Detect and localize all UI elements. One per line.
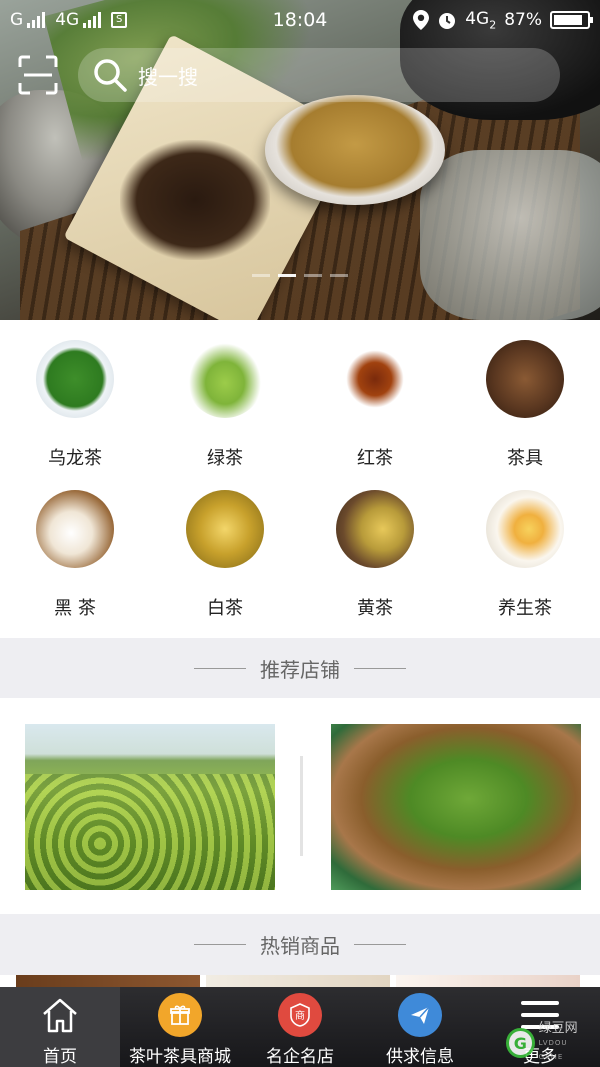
- tab-label: 供求信息: [386, 1047, 454, 1067]
- status-time: 18:04: [272, 9, 328, 31]
- tab-tea-mall[interactable]: 茶叶茶具商城: [120, 987, 240, 1067]
- black-tea-image: [336, 340, 414, 418]
- banner-dot[interactable]: [330, 274, 348, 277]
- scan-icon[interactable]: [18, 55, 58, 95]
- watermark-g-icon: G: [506, 1028, 535, 1058]
- store-carousel: [0, 698, 600, 914]
- category-teaware[interactable]: 茶具: [450, 338, 600, 488]
- category-white-tea[interactable]: 白茶: [150, 488, 300, 638]
- category-label: 乌龙茶: [48, 448, 102, 469]
- divider: [354, 944, 406, 945]
- oolong-tea-image: [36, 340, 114, 418]
- tab-label: 名企名店: [266, 1047, 334, 1067]
- category-grid: 乌龙茶 绿茶 红茶 茶具 黑 茶 白茶 黄茶 养生茶: [0, 320, 600, 638]
- banner-dot[interactable]: [252, 274, 270, 277]
- banner-water: [420, 150, 600, 320]
- bottom-tab-bar: 首页 茶叶茶具商城 商 名企名店 供求信息 更多 G 绿豆网 LVDOU GAME: [0, 987, 600, 1067]
- store-card[interactable]: [331, 724, 581, 890]
- banner-tea-bowl: [265, 95, 445, 205]
- category-label: 白茶: [207, 598, 243, 619]
- search-placeholder: 搜一搜: [138, 64, 198, 89]
- tab-supply-demand[interactable]: 供求信息: [360, 987, 480, 1067]
- category-green-tea[interactable]: 绿茶: [150, 338, 300, 488]
- health-tea-image: [486, 490, 564, 568]
- green-tea-image: [186, 340, 264, 418]
- banner-dot-active[interactable]: [278, 274, 296, 277]
- divider: [354, 667, 406, 669]
- divider: [300, 756, 303, 856]
- store-card[interactable]: [25, 724, 275, 890]
- category-label: 红茶: [357, 448, 393, 469]
- yellow-tea-image: [336, 490, 414, 568]
- section-header-products: 热销商品: [0, 914, 600, 975]
- category-dark-tea[interactable]: 黑 茶: [0, 488, 150, 638]
- banner-dot[interactable]: [304, 274, 322, 277]
- watermark-logo: G 绿豆网 LVDOU GAME: [506, 1022, 592, 1061]
- section-title: 热销商品: [260, 934, 340, 958]
- divider: [194, 667, 246, 669]
- shop-icon: 商: [278, 993, 322, 1037]
- product-strip: [0, 975, 600, 987]
- watermark-brand: 绿豆网: [538, 1021, 578, 1036]
- category-label: 养生茶: [498, 598, 552, 619]
- category-label: 绿茶: [207, 448, 243, 469]
- gift-icon: [158, 993, 202, 1037]
- section-title: 推荐店铺: [260, 657, 340, 682]
- battery-icon: [550, 10, 593, 29]
- divider: [194, 944, 246, 945]
- category-black-tea[interactable]: 红茶: [300, 338, 450, 488]
- product-card[interactable]: [206, 975, 390, 987]
- svg-text:商: 商: [295, 1009, 305, 1022]
- white-tea-image: [186, 490, 264, 568]
- category-yellow-tea[interactable]: 黄茶: [300, 488, 450, 638]
- search-icon: [94, 59, 127, 92]
- home-icon: [43, 998, 77, 1033]
- tab-home[interactable]: 首页: [0, 987, 120, 1067]
- category-label: 黑 茶: [54, 598, 96, 619]
- banner-tea-leaves: [120, 140, 270, 260]
- category-label: 黄茶: [357, 598, 393, 619]
- status-bar: G 4G S 18:04 4G2 87%: [0, 0, 600, 40]
- tab-label: 茶叶茶具商城: [129, 1047, 231, 1067]
- send-icon: [398, 993, 442, 1037]
- category-oolong[interactable]: 乌龙茶: [0, 338, 150, 488]
- product-card[interactable]: [396, 975, 580, 987]
- banner-pagination[interactable]: [0, 274, 600, 277]
- tab-famous-stores[interactable]: 商 名企名店: [240, 987, 360, 1067]
- tab-label: 首页: [43, 1047, 77, 1067]
- category-health-tea[interactable]: 养生茶: [450, 488, 600, 638]
- dark-tea-image: [36, 490, 114, 568]
- product-card[interactable]: [16, 975, 200, 987]
- search-input[interactable]: 搜一搜: [78, 48, 560, 102]
- teaware-image: [486, 340, 564, 418]
- watermark-sub: LVDOU GAME: [538, 1039, 568, 1061]
- section-header-stores: 推荐店铺: [0, 638, 600, 698]
- category-label: 茶具: [507, 448, 543, 469]
